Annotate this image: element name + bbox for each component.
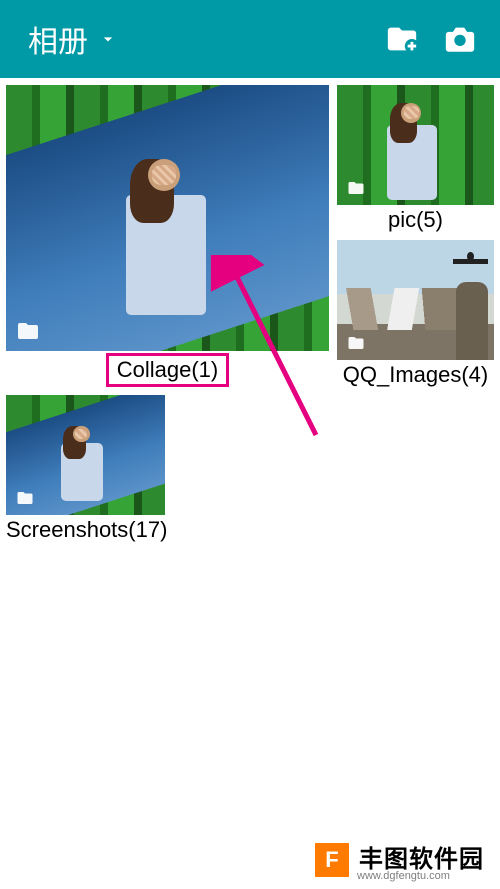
camera-icon [443, 22, 477, 56]
album-grid: Collage(1) pic(5) QQ_Images(4) [6, 85, 494, 889]
gallery-mode-label: 相册 [28, 17, 88, 61]
new-folder-icon [385, 22, 419, 56]
camera-button[interactable] [438, 17, 482, 61]
album-label: Collage(1) [106, 353, 230, 387]
album-label: Screenshots(17) [6, 515, 165, 543]
watermark-footer: 丰图软件园 www.dgfengtu.com [0, 831, 500, 889]
album-collage[interactable]: Collage(1) [6, 85, 329, 387]
album-thumb [6, 85, 329, 351]
app-topbar: 相册 [0, 0, 500, 78]
folder-icon [345, 334, 367, 352]
album-screenshots[interactable]: Screenshots(17) [6, 395, 165, 543]
album-label: pic(5) [337, 205, 494, 233]
brand-name: 丰图软件园 [359, 839, 484, 874]
folder-icon [345, 179, 367, 197]
gallery-mode-dropdown[interactable]: 相册 [28, 17, 118, 61]
album-thumb [6, 395, 165, 515]
chevron-down-icon [98, 29, 118, 49]
folder-icon [14, 489, 36, 507]
brand-url: www.dgfengtu.com [357, 870, 450, 882]
new-folder-button[interactable] [380, 17, 424, 61]
brand-logo-icon [315, 843, 349, 877]
album-label-row: Collage(1) [6, 351, 329, 387]
album-thumb [337, 240, 494, 360]
album-qq-images[interactable]: QQ_Images(4) [337, 240, 494, 388]
folder-icon [14, 319, 42, 343]
album-pic[interactable]: pic(5) [337, 85, 494, 233]
album-label: QQ_Images(4) [337, 360, 494, 388]
album-thumb [337, 85, 494, 205]
